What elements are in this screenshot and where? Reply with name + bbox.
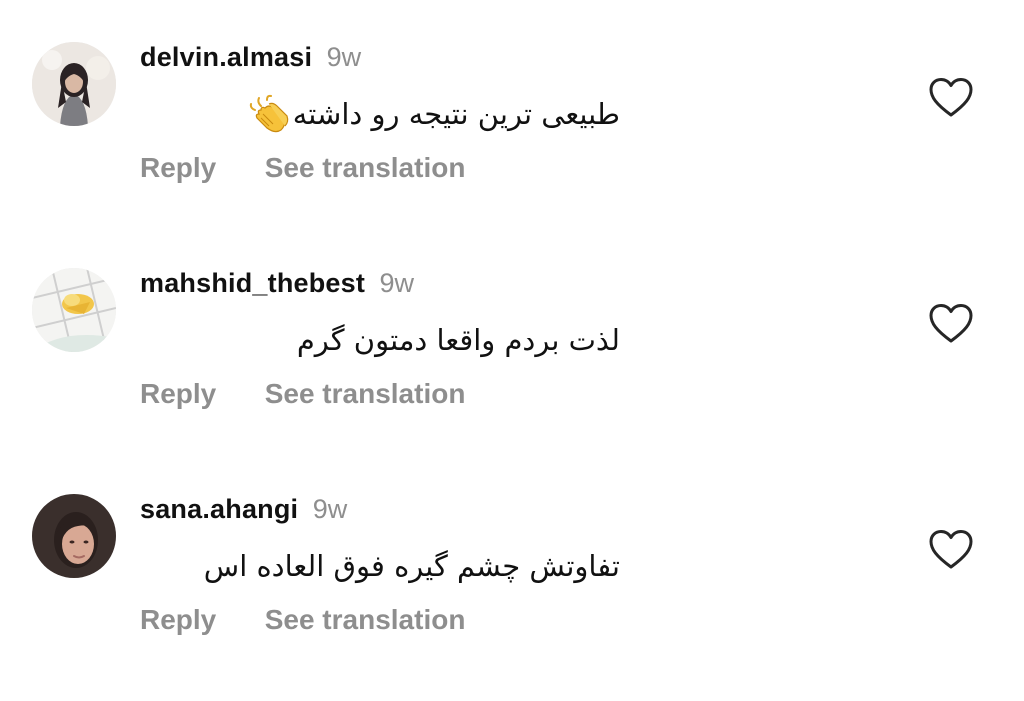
comment-item: sana.ahangi 9w تفاوتش چشم گیره فوق العاد… (0, 492, 1024, 692)
comment-header: sana.ahangi 9w (140, 494, 347, 530)
timestamp: 9w (326, 42, 362, 72)
comment-list: delvin.almasi 9w طبیعی ترین نتیجه رو داش… (0, 0, 1024, 701)
avatar[interactable] (32, 268, 116, 352)
comment-text: طبیعی ترین نتیجه رو داشته (140, 92, 620, 136)
timestamp: 9w (312, 494, 348, 524)
reply-button[interactable]: Reply (140, 152, 216, 184)
comment-item: delvin.almasi 9w طبیعی ترین نتیجه رو داش… (0, 40, 1024, 240)
comment-text: تفاوتش چشم گیره فوق العاده اس (140, 544, 620, 588)
clapping-hands-icon (247, 94, 291, 134)
like-button[interactable] (928, 302, 974, 346)
timestamp: 9w (379, 268, 415, 298)
username[interactable]: delvin.almasi (140, 42, 312, 72)
username[interactable]: sana.ahangi (140, 494, 298, 524)
see-translation-button[interactable]: See translation (265, 152, 466, 184)
avatar[interactable] (32, 42, 116, 126)
avatar-image (32, 494, 116, 578)
heart-icon (929, 530, 973, 569)
username[interactable]: mahshid_thebest (140, 268, 365, 298)
comment-actions: Reply See translation (140, 152, 465, 190)
comment-actions: Reply See translation (140, 604, 465, 642)
avatar[interactable] (32, 494, 116, 578)
avatar-image (32, 268, 116, 352)
heart-icon (929, 304, 973, 343)
comment-text-content: طبیعی ترین نتیجه رو داشته (292, 97, 620, 131)
comment-header: delvin.almasi 9w (140, 42, 361, 78)
heart-icon (929, 78, 973, 117)
comment-item: mahshid_thebest 9w لذت بردم واقعا دمتون … (0, 266, 1024, 466)
see-translation-button[interactable]: See translation (265, 378, 466, 410)
comment-text: لذت بردم واقعا دمتون گرم (140, 318, 620, 362)
comment-text-content: لذت بردم واقعا دمتون گرم (296, 323, 620, 357)
comment-actions: Reply See translation (140, 378, 465, 416)
avatar-image (32, 42, 116, 126)
comment-text-content: تفاوتش چشم گیره فوق العاده اس (203, 549, 620, 583)
like-button[interactable] (928, 528, 974, 572)
see-translation-button[interactable]: See translation (265, 604, 466, 636)
like-button[interactable] (928, 76, 974, 120)
comment-header: mahshid_thebest 9w (140, 268, 414, 304)
reply-button[interactable]: Reply (140, 604, 216, 636)
reply-button[interactable]: Reply (140, 378, 216, 410)
